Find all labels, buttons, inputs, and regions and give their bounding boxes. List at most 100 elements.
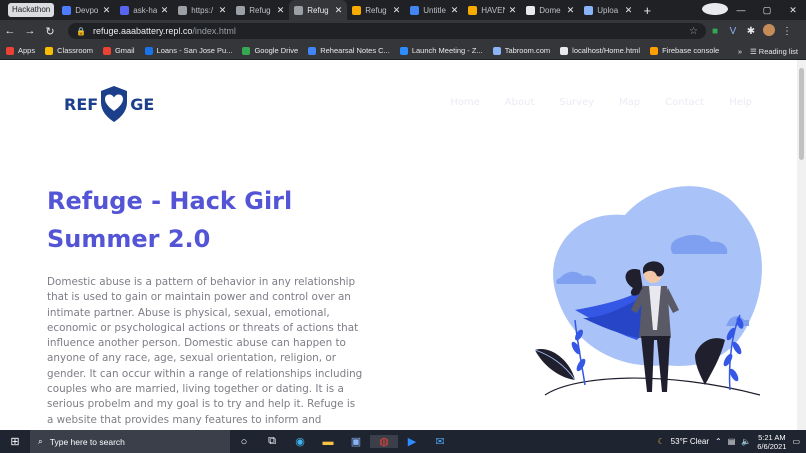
weather-moon-icon[interactable]: ☾ bbox=[658, 437, 665, 446]
network-icon[interactable]: ▤ bbox=[728, 437, 736, 446]
browser-tab[interactable]: Devpo ✕ bbox=[57, 0, 115, 20]
more-bookmarks-icon[interactable]: » bbox=[738, 47, 742, 56]
tab-close-icon[interactable]: ✕ bbox=[219, 5, 227, 16]
search-placeholder: Type here to search bbox=[49, 436, 125, 447]
address-bar[interactable]: 🔒 refuge.aaabattery.repl.co/index.html ☆ bbox=[68, 23, 706, 39]
bookmark-favicon-icon bbox=[144, 46, 153, 55]
profile-icon[interactable] bbox=[702, 3, 728, 17]
nav-about[interactable]: About bbox=[505, 97, 535, 108]
tab-favicon-icon bbox=[294, 5, 304, 15]
tab-close-icon[interactable]: ✕ bbox=[509, 5, 517, 16]
browser-tab[interactable]: Uploa ✕ bbox=[579, 0, 637, 20]
shield-heart-icon bbox=[101, 86, 128, 122]
tab-favicon-icon bbox=[526, 5, 536, 15]
nav-survey[interactable]: Survey bbox=[559, 97, 594, 108]
new-tab-button[interactable]: + bbox=[637, 3, 657, 18]
browser-tab[interactable]: HAVEN ✕ bbox=[463, 0, 521, 20]
bookmark-item[interactable]: Google Drive bbox=[242, 46, 298, 55]
browser-tab[interactable]: ask-ha ✕ bbox=[115, 0, 173, 20]
nav-home[interactable]: Home bbox=[450, 97, 480, 108]
mail-icon[interactable]: ✉ bbox=[426, 435, 454, 448]
bookmark-item[interactable]: localhost/Home.html bbox=[560, 46, 640, 55]
extensions-puzzle-icon[interactable]: ✱ bbox=[742, 26, 760, 37]
tab-title: Dome bbox=[539, 5, 561, 15]
bookmark-item[interactable]: Rehearsal Notes C... bbox=[308, 46, 390, 55]
windows-start-icon[interactable]: ⊞ bbox=[0, 435, 30, 448]
browser-tab[interactable]: Refug ✕ bbox=[289, 0, 348, 20]
bookmarks-bar: Apps Classroom Gmail Loans - San Jose Pu...… bbox=[0, 42, 806, 60]
tab-title: https:/ bbox=[191, 5, 214, 15]
tray-chevron-icon[interactable]: ⌃ bbox=[715, 437, 722, 446]
store-icon[interactable]: ▣ bbox=[342, 435, 370, 448]
bookmark-favicon-icon bbox=[6, 46, 14, 55]
extension-v-icon[interactable]: V bbox=[724, 26, 742, 37]
bookmark-label: Launch Meeting - Z... bbox=[411, 46, 483, 55]
tab-title: Refug bbox=[249, 5, 271, 15]
bookmark-label: Apps bbox=[18, 46, 36, 55]
maximize-button[interactable]: ▢ bbox=[754, 5, 780, 16]
browser-tab[interactable]: Refug ✕ bbox=[231, 0, 289, 20]
back-button[interactable]: ← bbox=[0, 25, 20, 37]
bookmark-item[interactable]: Apps bbox=[6, 46, 35, 55]
bookmark-label: localhost/Home.html bbox=[572, 46, 641, 55]
notifications-icon[interactable]: ▭ bbox=[792, 437, 800, 446]
task-view-icon[interactable]: ⧉ bbox=[258, 435, 286, 448]
bookmark-item[interactable]: Tabroom.com bbox=[492, 46, 550, 55]
bookmark-item[interactable]: Gmail bbox=[102, 46, 135, 55]
cortana-icon[interactable]: ○ bbox=[230, 436, 258, 448]
reading-list-button[interactable]: ☰ Reading list bbox=[750, 47, 798, 56]
reload-button[interactable]: ↻ bbox=[40, 25, 60, 38]
tab-close-icon[interactable]: ✕ bbox=[393, 5, 401, 16]
zoom-icon[interactable]: ▶ bbox=[398, 435, 426, 448]
volume-icon[interactable]: 🔈 bbox=[741, 437, 751, 446]
minimize-button[interactable]: — bbox=[728, 5, 754, 15]
bookmark-label: Rehearsal Notes C... bbox=[320, 46, 390, 55]
tab-close-icon[interactable]: ✕ bbox=[625, 5, 633, 16]
site-logo[interactable]: REF GE bbox=[64, 84, 154, 124]
tab-close-icon[interactable]: ✕ bbox=[335, 5, 343, 16]
tab-favicon-icon bbox=[178, 5, 188, 15]
nav-map[interactable]: Map bbox=[619, 97, 640, 108]
browser-toolbar: ← → ↻ 🔒 refuge.aaabattery.repl.co/index.… bbox=[0, 20, 806, 42]
hero-description: Domestic abuse is a pattern of behavior … bbox=[47, 276, 363, 430]
bookmark-item[interactable]: Launch Meeting - Z... bbox=[399, 46, 483, 55]
scrollbar-thumb[interactable] bbox=[799, 68, 804, 160]
tab-close-icon[interactable]: ✕ bbox=[103, 5, 111, 16]
tab-close-icon[interactable]: ✕ bbox=[277, 5, 285, 16]
tab-title: Untitle bbox=[423, 5, 446, 15]
nav-help[interactable]: Help bbox=[729, 97, 752, 108]
browser-tab[interactable]: Untitle ✕ bbox=[405, 0, 463, 20]
taskbar-search-box[interactable]: ⌕ Type here to search bbox=[30, 430, 230, 453]
bookmark-favicon-icon bbox=[560, 46, 569, 55]
browser-tab[interactable]: https:/ ✕ bbox=[173, 0, 231, 20]
extension-green-icon[interactable]: ■ bbox=[706, 26, 724, 37]
tab-close-icon[interactable]: ✕ bbox=[161, 5, 169, 16]
url-path: /index.html bbox=[192, 26, 236, 36]
bookmark-item[interactable]: Firebase console bbox=[650, 46, 719, 55]
account-avatar[interactable] bbox=[760, 23, 778, 39]
tab-close-icon[interactable]: ✕ bbox=[567, 5, 575, 16]
logo-text-left: REF bbox=[64, 94, 99, 114]
close-window-button[interactable]: ✕ bbox=[780, 5, 806, 16]
browser-tab[interactable]: Dome ✕ bbox=[521, 0, 579, 20]
weather-text[interactable]: 53°F Clear bbox=[671, 437, 709, 446]
tab-title: ask-ha bbox=[133, 5, 157, 15]
nav-contact[interactable]: Contact bbox=[665, 97, 704, 108]
menu-dots-icon[interactable]: ⋮ bbox=[778, 26, 796, 37]
edge-icon[interactable]: ◉ bbox=[286, 435, 314, 448]
chrome-icon[interactable]: ◍ bbox=[370, 435, 398, 448]
bookmark-favicon-icon bbox=[399, 46, 408, 55]
page-scrollbar[interactable] bbox=[797, 60, 806, 430]
bookmark-item[interactable]: Classroom bbox=[45, 46, 93, 55]
clock[interactable]: 5:21 AM 6/6/2021 bbox=[757, 433, 786, 451]
tab-group-label[interactable]: Hackathon bbox=[8, 3, 55, 17]
tab-title: Uploa bbox=[597, 5, 619, 15]
bookmark-star-icon[interactable]: ☆ bbox=[689, 26, 698, 37]
bookmark-favicon-icon bbox=[308, 46, 317, 55]
file-explorer-icon[interactable]: ▬ bbox=[314, 436, 342, 448]
forward-button[interactable]: → bbox=[20, 25, 40, 37]
tab-close-icon[interactable]: ✕ bbox=[451, 5, 459, 16]
bookmark-item[interactable]: Loans - San Jose Pu... bbox=[144, 46, 232, 55]
browser-tab[interactable]: Refug ✕ bbox=[347, 0, 405, 20]
windows-taskbar: ⊞ ⌕ Type here to search ○ ⧉ ◉ ▬ ▣ ◍ ▶ ✉ … bbox=[0, 430, 806, 453]
